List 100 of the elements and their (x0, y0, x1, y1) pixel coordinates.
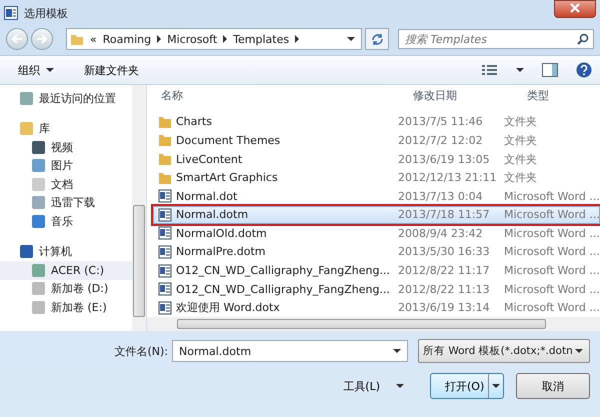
file-row[interactable]: Normal.dot 2013/7/13 0:04 Microsoft Word ... (153, 186, 600, 206)
file-row[interactable]: LiveContent 2013/6/19 13:05 文件夹 (153, 150, 600, 168)
file-name: O12_CN_WD_Calligraphy_FangZheng... (176, 264, 390, 278)
folder-icon (70, 32, 84, 46)
file-name: Charts (176, 115, 212, 128)
type-cell: Microsoft Word ... (504, 264, 600, 278)
chevron-icon (295, 35, 300, 43)
date-cell-text: 2013/6/19 13:14 (398, 301, 491, 314)
date-cell-text: 2012/7/2 12:02 (398, 134, 484, 147)
breadcrumb[interactable]: Templates (233, 32, 290, 46)
type-cell: Microsoft Word ... (504, 208, 600, 222)
file-row[interactable]: Document Themes 2012/7/2 12:02 文件夹 (153, 131, 600, 150)
refresh-button[interactable] (365, 28, 389, 50)
sidebar-item[interactable]: 新加卷 (E:) (0, 298, 132, 316)
document-icon (158, 300, 172, 315)
date-cell-text: 2013/7/5 11:46 (398, 115, 484, 128)
breadcrumb[interactable]: Microsoft (167, 32, 218, 46)
file-name: NormalPre.dotm (176, 245, 266, 258)
organize-button[interactable]: 组织 (12, 62, 60, 78)
document-icon (158, 244, 172, 259)
view-list-icon[interactable] (482, 64, 498, 76)
sidebar-item[interactable]: 文档 (0, 175, 132, 194)
date-cell-text: 2012/8/22 11:17 (398, 264, 491, 278)
sidebar-item-icon (20, 122, 33, 136)
dropdown-icon[interactable] (347, 37, 355, 41)
sidebar-item-icon (32, 196, 45, 210)
file-name: NormalOld.dotm (176, 226, 267, 240)
type-cell-text: 文件夹 (504, 152, 538, 167)
file-type-dropdown[interactable]: 所有 Word 模板(*.dotx;*.dotn (418, 339, 590, 363)
filename-field[interactable]: Normal.dotm (172, 340, 408, 362)
document-icon (158, 208, 172, 222)
column-header[interactable]: 类型 (519, 88, 600, 104)
document-icon (4, 6, 18, 20)
dropdown-icon[interactable] (516, 68, 524, 72)
date-cell-text: 2008/9/4 23:42 (398, 226, 484, 240)
search-field[interactable]: 搜索 Templates (398, 29, 594, 49)
open-button[interactable]: 打开(O) (430, 373, 504, 399)
sidebar-item-icon (20, 92, 33, 105)
close-button[interactable] (554, 0, 596, 18)
tools-button[interactable]: 工具(L) (337, 378, 410, 394)
sidebar-item[interactable]: 音乐 (0, 212, 132, 230)
file-row[interactable]: NormalOld.dotm 2008/9/4 23:42 Microsoft Word ... (153, 224, 600, 243)
file-row[interactable]: O12_CN_WD_Calligraphy_FangZheng... 2012/8/22 11:13 Microsoft Word ... (153, 280, 600, 298)
file-row[interactable]: NormalPre.dotm 2013/5/30 16:33 Microsoft Word ... (153, 242, 600, 262)
folder-icon (158, 152, 172, 166)
preview-pane-icon[interactable] (542, 63, 558, 77)
horizontal-scrollbar[interactable] (147, 317, 600, 331)
file-row[interactable]: 欢迎使用 Word.dotx 2013/6/19 13:14 Microsoft Word ... (153, 298, 600, 318)
cancel-button[interactable]: 取消 (516, 373, 590, 399)
date-cell-text: 2013/7/18 11:57 (398, 208, 491, 222)
sidebar-item[interactable]: 计算机 (0, 242, 132, 261)
document-icon (158, 189, 172, 204)
sidebar-item-icon (32, 140, 45, 154)
file-name: Document Themes (176, 134, 280, 147)
file-name: LiveContent (176, 152, 242, 166)
sidebar-item[interactable]: 新加卷 (D:) (0, 280, 132, 298)
document-icon (158, 226, 172, 240)
forward-arrow-icon (35, 33, 49, 45)
folder-icon (158, 114, 172, 129)
column-header[interactable]: 名称 (153, 88, 405, 104)
address-bar[interactable]: « Roaming Microsoft Templates (66, 28, 362, 50)
back-arrow-icon (10, 33, 24, 45)
breadcrumb[interactable]: Roaming (102, 32, 152, 46)
file-name: SmartArt Graphics (176, 171, 278, 184)
sidebar-item[interactable]: 最近访问的位置 (0, 89, 132, 108)
column-header[interactable]: 修改日期 (405, 88, 519, 104)
date-cell-text: 2013/5/30 16:33 (398, 245, 491, 258)
breadcrumb[interactable]: « (90, 32, 97, 46)
sidebar-item[interactable]: 迅雷下载 (0, 194, 132, 212)
file-row[interactable]: Charts 2013/7/5 11:46 文件夹 (153, 112, 600, 132)
sidebar-item-icon (32, 159, 45, 172)
document-icon (158, 264, 172, 278)
sidebar-item[interactable]: ACER (C:) (0, 261, 132, 280)
refresh-icon (370, 32, 384, 46)
help-icon[interactable] (576, 62, 592, 78)
vertical-scrollbar[interactable] (132, 85, 146, 331)
new-folder-button[interactable]: 新建文件夹 (78, 62, 145, 78)
sidebar-item[interactable]: 库 (0, 120, 132, 138)
sidebar-item[interactable]: 图片 (0, 156, 132, 175)
chevron-icon (157, 35, 162, 43)
sidebar-item-icon (32, 178, 45, 191)
type-cell: Microsoft Word ... (504, 245, 600, 258)
file-name: O12_CN_WD_Calligraphy_FangZheng... (176, 282, 390, 296)
type-cell: Microsoft Word ... (504, 190, 600, 203)
date-cell-text: 2013/7/13 0:04 (398, 190, 484, 203)
sidebar-item[interactable]: 视频 (0, 138, 132, 156)
file-name: 欢迎使用 Word.dotx (176, 300, 280, 316)
file-row[interactable]: O12_CN_WD_Calligraphy_FangZheng... 2012/8/22 11:17 Microsoft Word ... (153, 261, 600, 280)
type-cell-text: 文件夹 (504, 170, 538, 186)
window-title: 选用模板 (24, 6, 69, 20)
file-row[interactable]: SmartArt Graphics 2012/12/13 21:11 文件夹 (153, 168, 600, 187)
type-cell-text: 文件夹 (504, 132, 538, 148)
sidebar-item-icon (32, 282, 45, 296)
file-row[interactable]: Normal.dotm 2013/7/18 11:57 Microsoft Word ... (153, 206, 600, 224)
search-icon (577, 33, 589, 45)
chevron-icon (223, 35, 228, 43)
sidebar-item-icon (32, 214, 45, 228)
filename-label: 文件名(N): (114, 344, 168, 358)
sidebar-item-icon (32, 300, 45, 314)
date-cell-text: 2012/12/13 21:11 (398, 171, 498, 184)
